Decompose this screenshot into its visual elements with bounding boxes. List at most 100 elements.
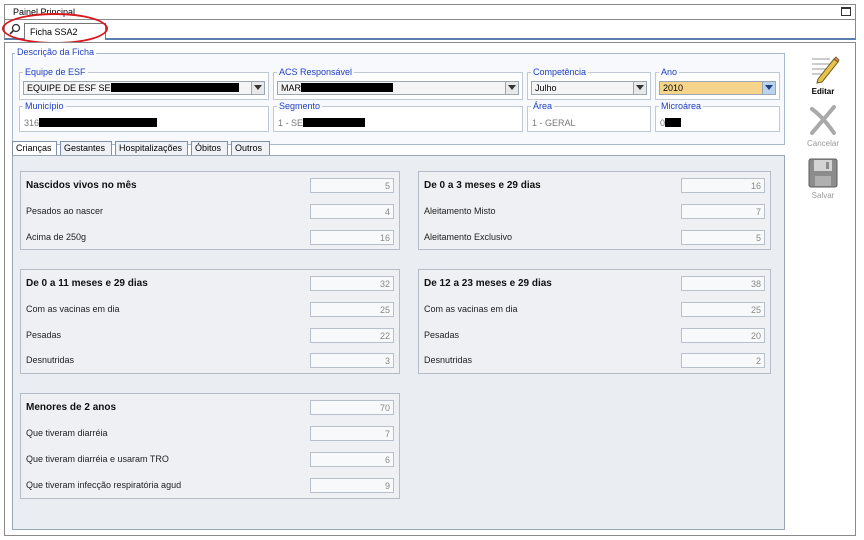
aleitamento-exclusivo-input[interactable]: 5 xyxy=(681,230,765,245)
municipio-value: 316 xyxy=(24,118,40,128)
edit-button[interactable]: Editar xyxy=(795,53,851,101)
zero-onze-header: De 0 a 11 meses e 29 dias xyxy=(26,278,148,289)
diarreia-label: Que tiveram diarréia xyxy=(26,428,108,438)
redaction-bar xyxy=(301,83,393,92)
chevron-down-icon[interactable] xyxy=(762,82,775,94)
segmento-value: 1 - SE xyxy=(278,118,304,128)
chevron-down-icon[interactable] xyxy=(251,82,264,94)
infeccao-input[interactable]: 9 xyxy=(310,478,394,493)
competencia-select[interactable]: Julho xyxy=(531,81,647,95)
municipio-label: Município xyxy=(23,101,66,112)
infeccao-label: Que tiveram infecção respiratória agud xyxy=(26,480,182,490)
pencil-icon xyxy=(812,56,840,84)
redaction-bar xyxy=(110,83,239,92)
vacinas-input[interactable]: 25 xyxy=(681,302,765,317)
segmento-field: Segmento 1 - SE xyxy=(273,101,523,132)
description-box: Equipe de ESF EQUIPE DE ESF SE ACS Respo… xyxy=(12,53,785,145)
equipe-value: EQUIPE DE ESF SE xyxy=(27,83,111,93)
group-zero-onze: De 0 a 11 meses e 29 dias 32 Com as vaci… xyxy=(20,269,400,374)
equipe-label: Equipe de ESF xyxy=(23,67,88,78)
group-nascidos: Nascidos vivos no mês 5 Pesados ao nasce… xyxy=(20,171,400,250)
doze-vinte-tres-input[interactable]: 38 xyxy=(681,276,765,291)
window-title: Painel Principal xyxy=(13,7,76,17)
pesadas-label: Pesadas xyxy=(26,330,62,340)
desnutridas-label: Desnutridas xyxy=(424,355,473,365)
chevron-down-icon[interactable] xyxy=(633,82,646,94)
main-panel: Equipe de ESF EQUIPE DE ESF SE ACS Respo… xyxy=(4,42,856,536)
cancel-label: Cancelar xyxy=(806,139,839,148)
competencia-field: Competência Julho xyxy=(527,67,651,100)
acima-250-input[interactable]: 16 xyxy=(310,230,394,245)
floppy-disk-icon xyxy=(808,158,838,188)
desnutridas-input[interactable]: 3 xyxy=(310,353,394,368)
area-value: 1 - GERAL xyxy=(532,118,576,128)
pesados-input[interactable]: 4 xyxy=(310,204,394,219)
acs-field: ACS Responsável MAR xyxy=(273,67,523,100)
doze-vinte-tres-header: De 12 a 23 meses e 29 dias xyxy=(424,278,552,289)
document-tab-strip: Ficha SSA2 xyxy=(4,20,856,40)
acs-value: MAR xyxy=(281,83,301,93)
municipio-field: Município 316 xyxy=(19,101,269,132)
menores-dois-header: Menores de 2 anos xyxy=(26,402,117,413)
save-label: Salvar xyxy=(811,191,835,200)
close-icon xyxy=(810,105,836,135)
competencia-label: Competência xyxy=(531,67,589,78)
ano-value: 2010 xyxy=(663,83,684,93)
search-icon[interactable] xyxy=(9,23,21,35)
ano-label: Ano xyxy=(659,67,680,78)
zero-tres-header: De 0 a 3 meses e 29 dias xyxy=(424,180,541,191)
edit-label: Editar xyxy=(811,87,835,96)
vacinas-label: Com as vacinas em dia xyxy=(26,304,120,314)
aleitamento-misto-label: Aleitamento Misto xyxy=(424,206,496,216)
tab-obitos[interactable]: Óbitos xyxy=(191,141,228,155)
document-tab[interactable]: Ficha SSA2 xyxy=(24,23,106,40)
ano-select[interactable]: 2010 xyxy=(659,81,776,95)
tab-hospitalizacoes[interactable]: Hospitalizações xyxy=(115,141,188,155)
equipe-field: Equipe de ESF EQUIPE DE ESF SE xyxy=(19,67,269,100)
description-legend: Descrição da Ficha xyxy=(15,47,97,57)
window-titlebar: Painel Principal xyxy=(4,4,856,20)
vacinas-label: Com as vacinas em dia xyxy=(424,304,518,314)
tab-outros[interactable]: Outros xyxy=(231,141,270,155)
criancas-panel: Nascidos vivos no mês 5 Pesados ao nasce… xyxy=(12,155,785,530)
diarreia-input[interactable]: 7 xyxy=(310,426,394,441)
zero-onze-input[interactable]: 32 xyxy=(310,276,394,291)
microarea-label: Microárea xyxy=(659,101,704,112)
pesadas-label: Pesadas xyxy=(424,330,460,340)
pesadas-input[interactable]: 22 xyxy=(310,328,394,343)
redaction-bar xyxy=(39,118,158,127)
desnutridas-input[interactable]: 2 xyxy=(681,353,765,368)
ano-field: Ano 2010 xyxy=(655,67,780,100)
nascidos-header: Nascidos vivos no mês xyxy=(26,180,137,191)
microarea-value-row: 0 xyxy=(660,118,682,128)
pesados-label: Pesados ao nascer xyxy=(26,206,104,216)
municipio-value-row: 316 xyxy=(24,118,158,128)
group-zero-tres: De 0 a 3 meses e 29 dias 16 Aleitamento … xyxy=(418,171,771,250)
redaction-bar xyxy=(303,118,366,127)
acima-250-label: Acima de 250g xyxy=(26,232,87,242)
group-doze-vinte-tres: De 12 a 23 meses e 29 dias 38 Com as vac… xyxy=(418,269,771,374)
vacinas-input[interactable]: 25 xyxy=(310,302,394,317)
diarreia-tro-input[interactable]: 6 xyxy=(310,452,394,467)
desnutridas-label: Desnutridas xyxy=(26,355,75,365)
save-button[interactable]: Salvar xyxy=(795,157,851,207)
area-label: Área xyxy=(531,101,555,112)
cancel-button[interactable]: Cancelar xyxy=(795,103,851,151)
tab-gestantes[interactable]: Gestantes xyxy=(60,141,112,155)
competencia-value: Julho xyxy=(535,83,557,93)
aleitamento-misto-input[interactable]: 7 xyxy=(681,204,765,219)
equipe-select[interactable]: EQUIPE DE ESF SE xyxy=(23,81,265,95)
segmento-label: Segmento xyxy=(277,101,323,112)
pesadas-input[interactable]: 20 xyxy=(681,328,765,343)
acs-label: ACS Responsável xyxy=(277,67,355,78)
menores-dois-input[interactable]: 70 xyxy=(310,400,394,415)
acs-select[interactable]: MAR xyxy=(277,81,519,95)
aleitamento-exclusivo-label: Aleitamento Exclusivo xyxy=(424,232,513,242)
maximize-icon[interactable] xyxy=(841,7,851,16)
nascidos-input[interactable]: 5 xyxy=(310,178,394,193)
chevron-down-icon[interactable] xyxy=(505,82,518,94)
area-field: Área 1 - GERAL xyxy=(527,101,651,132)
zero-tres-input[interactable]: 16 xyxy=(681,178,765,193)
tab-criancas[interactable]: Crianças xyxy=(12,141,57,156)
group-menores-dois: Menores de 2 anos 70 Que tiveram diarréi… xyxy=(20,393,400,499)
